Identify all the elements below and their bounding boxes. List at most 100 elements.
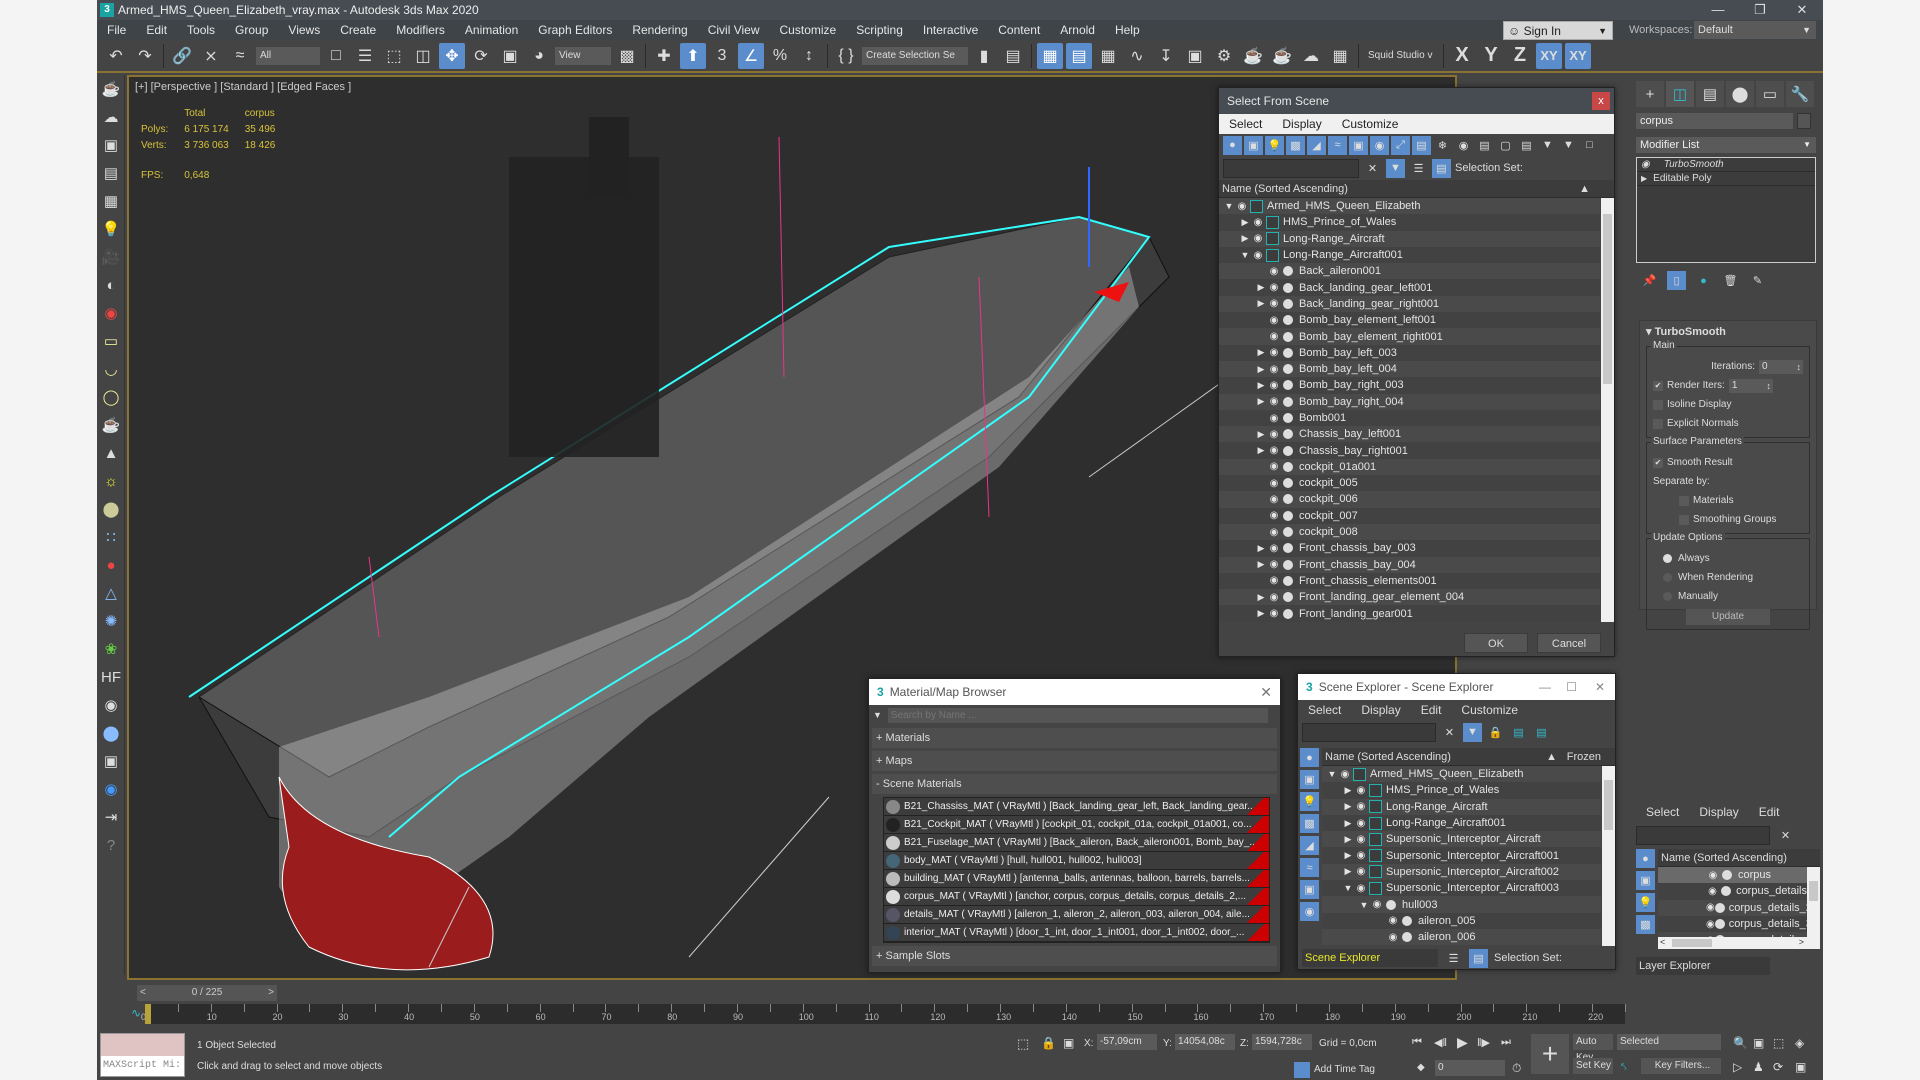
proxy-icon[interactable]: ▣: [97, 747, 125, 775]
explorer-title-bar[interactable]: 3 Scene Explorer - Scene Explorer — ☐ ✕: [1298, 674, 1615, 700]
tree-row[interactable]: ▼ ◉ Armed_HMS_Queen_Elizabeth: [1219, 198, 1600, 215]
sign-in-button[interactable]: ☺ Sign In ▼: [1503, 21, 1613, 40]
clipper-icon[interactable]: ◉: [97, 775, 125, 803]
minimize-button[interactable]: —: [1697, 0, 1739, 20]
visibility-eye-icon[interactable]: ◉: [1235, 201, 1249, 212]
visibility-eye-icon[interactable]: ◉: [1267, 543, 1281, 554]
expand-arrow-icon[interactable]: ▶: [1255, 445, 1267, 456]
link-icon[interactable]: 🔗: [169, 43, 195, 69]
bind-space-warp-icon[interactable]: ≈: [227, 43, 253, 69]
edit-named-sel-icon[interactable]: { }: [833, 43, 859, 69]
pyramid-icon[interactable]: △: [97, 579, 125, 607]
expand-arrow-icon[interactable]: ▶: [1239, 233, 1251, 244]
menu-customize[interactable]: Customize: [770, 23, 847, 37]
menu-group[interactable]: Group: [225, 23, 278, 37]
tree-row[interactable]: ▶ ◉ Bomb_bay_left_003: [1219, 344, 1600, 361]
manually-radio[interactable]: [1663, 592, 1672, 601]
tree-row[interactable]: ▶ ◉ Bomb_bay_right_003: [1219, 377, 1600, 394]
walk-through-icon[interactable]: ♟: [1753, 1060, 1764, 1074]
modifier-list-select[interactable]: Modifier List ▼: [1636, 137, 1816, 153]
current-frame-field[interactable]: 0: [1435, 1060, 1505, 1076]
explorer-maximize-button[interactable]: ☐: [1566, 674, 1577, 700]
angle-snap-icon[interactable]: ∠: [738, 42, 764, 69]
fur-object-icon[interactable]: ◉: [97, 691, 125, 719]
collapse-arrow-icon[interactable]: ▼: [1342, 883, 1354, 893]
render-setup-icon[interactable]: ⚙: [1211, 43, 1237, 69]
shapes-filter-icon[interactable]: ▣: [1244, 135, 1263, 155]
menu-display[interactable]: Display: [1689, 805, 1748, 819]
select-place-icon[interactable]: ◕: [526, 43, 552, 69]
tree-row[interactable]: ▶ ◉ Bomb_bay_left_004: [1219, 360, 1600, 378]
tree-row[interactable]: ◉ cockpit_005: [1219, 475, 1600, 492]
layer-find-input[interactable]: [1636, 826, 1770, 845]
visibility-eye-icon[interactable]: ◉: [1267, 315, 1281, 326]
visibility-eye-icon[interactable]: ◉: [1267, 380, 1281, 391]
tree-row[interactable]: ▶ ◉ Back_landing_gear_left001: [1219, 279, 1600, 296]
explorer-minimize-button[interactable]: —: [1539, 674, 1551, 700]
tree-row[interactable]: ▶ ◉ Supersonic_Interceptor_Aircraft: [1322, 831, 1601, 848]
rect-selection-icon[interactable]: ⬚: [381, 43, 407, 69]
collapse-arrow-icon[interactable]: ▼: [1358, 900, 1370, 910]
material-editor-icon[interactable]: ▣: [1182, 43, 1208, 69]
isolate-selection-icon[interactable]: ⬚: [1017, 1036, 1029, 1052]
bones-filter-icon[interactable]: ⤢: [1391, 135, 1410, 155]
groups-filter-icon[interactable]: ▣: [1349, 135, 1368, 155]
menu-customize[interactable]: Customize: [1332, 117, 1409, 131]
hierarchy-tab-icon[interactable]: ▤: [1696, 81, 1724, 107]
visibility-eye-icon[interactable]: ◉: [1251, 233, 1265, 244]
menu-select[interactable]: Select: [1636, 805, 1689, 819]
visibility-eye-icon[interactable]: ◉: [1267, 445, 1281, 456]
visibility-eye-icon[interactable]: ◉: [1267, 559, 1281, 570]
time-tag-icon[interactable]: [1294, 1062, 1310, 1078]
select-scale-icon[interactable]: ▣: [497, 43, 523, 69]
layer-horizontal-scrollbar[interactable]: < >: [1658, 937, 1820, 949]
xrefs-filter-icon[interactable]: ◉: [1370, 135, 1389, 155]
prev-frame-icon[interactable]: <: [140, 985, 146, 1001]
visibility-eye-icon[interactable]: ◉: [1370, 899, 1384, 910]
visibility-eye-icon[interactable]: ◉: [1354, 883, 1368, 894]
frozen-column-header[interactable]: Frozen: [1567, 748, 1601, 766]
display-all-icon[interactable]: ▤: [1475, 136, 1494, 155]
object-name-input[interactable]: corpus: [1636, 113, 1793, 129]
tree-row[interactable]: ◉ Bomb_bay_element_right001: [1219, 328, 1600, 345]
material-item[interactable]: B21_Chassiss_MAT ( VRayMtl ) [Back_landi…: [884, 798, 1269, 816]
help-icon[interactable]: ?: [97, 831, 125, 859]
tree-row[interactable]: ▼ ◉ Armed_HMS_Queen_Elizabeth: [1322, 766, 1601, 783]
expand-arrow-icon[interactable]: ▶: [1255, 592, 1267, 603]
tree-row[interactable]: ▼ ◉ Long-Range_Aircraft001: [1219, 246, 1600, 264]
menu-display[interactable]: Display: [1351, 703, 1410, 717]
teapot-icon[interactable]: ☕: [97, 75, 125, 103]
layer-row[interactable]: ◉ corpus_details: [1658, 883, 1807, 900]
workspace-toolbar-select[interactable]: Squid Studio v: [1364, 47, 1438, 65]
field-of-view-icon[interactable]: ▷: [1733, 1060, 1742, 1074]
time-slider[interactable]: <0 / 225 >: [137, 985, 277, 1001]
clear-search-icon[interactable]: ✕: [1776, 826, 1795, 845]
display-none-icon[interactable]: ▢: [1496, 136, 1515, 155]
material-sphere-icon[interactable]: ⬤: [97, 719, 125, 747]
visibility-eye-icon[interactable]: ◉: [1386, 915, 1400, 926]
orbit-icon[interactable]: ⟳: [1773, 1060, 1783, 1074]
expand-arrow-icon[interactable]: ▶: [1641, 174, 1647, 183]
material-item[interactable]: body_MAT ( VRayMtl ) [hull, hull001, hul…: [884, 852, 1269, 870]
tree-row[interactable]: ▶ ◉ Front_chassis_bay_003: [1219, 540, 1600, 557]
rendered-frame-icon[interactable]: ☕: [1240, 43, 1266, 69]
expand-arrow-icon[interactable]: ▶: [1255, 543, 1267, 554]
xrefs-filter-icon[interactable]: ◉: [1300, 902, 1319, 921]
set-key-button[interactable]: Set Key: [1573, 1058, 1613, 1074]
sphere-light-icon[interactable]: ⬤: [97, 495, 125, 523]
menu-arnold[interactable]: Arnold: [1050, 23, 1105, 37]
lights-filter-icon[interactable]: 💡: [1300, 792, 1319, 811]
tree-row[interactable]: ◉ cockpit_008: [1219, 523, 1600, 541]
cloud-icon[interactable]: ☁: [97, 103, 125, 131]
menu-civil-view[interactable]: Civil View: [698, 23, 770, 37]
menu-help[interactable]: Help: [1105, 23, 1150, 37]
cone-icon[interactable]: ▲: [97, 439, 125, 467]
tree-row[interactable]: ◉ aileron_006: [1322, 928, 1601, 946]
explorer-vertical-scrollbar[interactable]: [1602, 766, 1615, 946]
tree-row[interactable]: ▶ ◉ HMS_Prince_of_Wales: [1322, 782, 1601, 799]
workspaces-select[interactable]: Default ▼: [1694, 21, 1816, 39]
explorer-name-column-header[interactable]: Name (Sorted Ascending) ▲ Frozen: [1322, 748, 1615, 766]
visibility-eye-icon[interactable]: ◉: [1267, 527, 1281, 538]
maxscript-input[interactable]: MAXScript Mi:: [101, 1056, 184, 1076]
visibility-eye-icon[interactable]: ◉: [1354, 866, 1368, 877]
